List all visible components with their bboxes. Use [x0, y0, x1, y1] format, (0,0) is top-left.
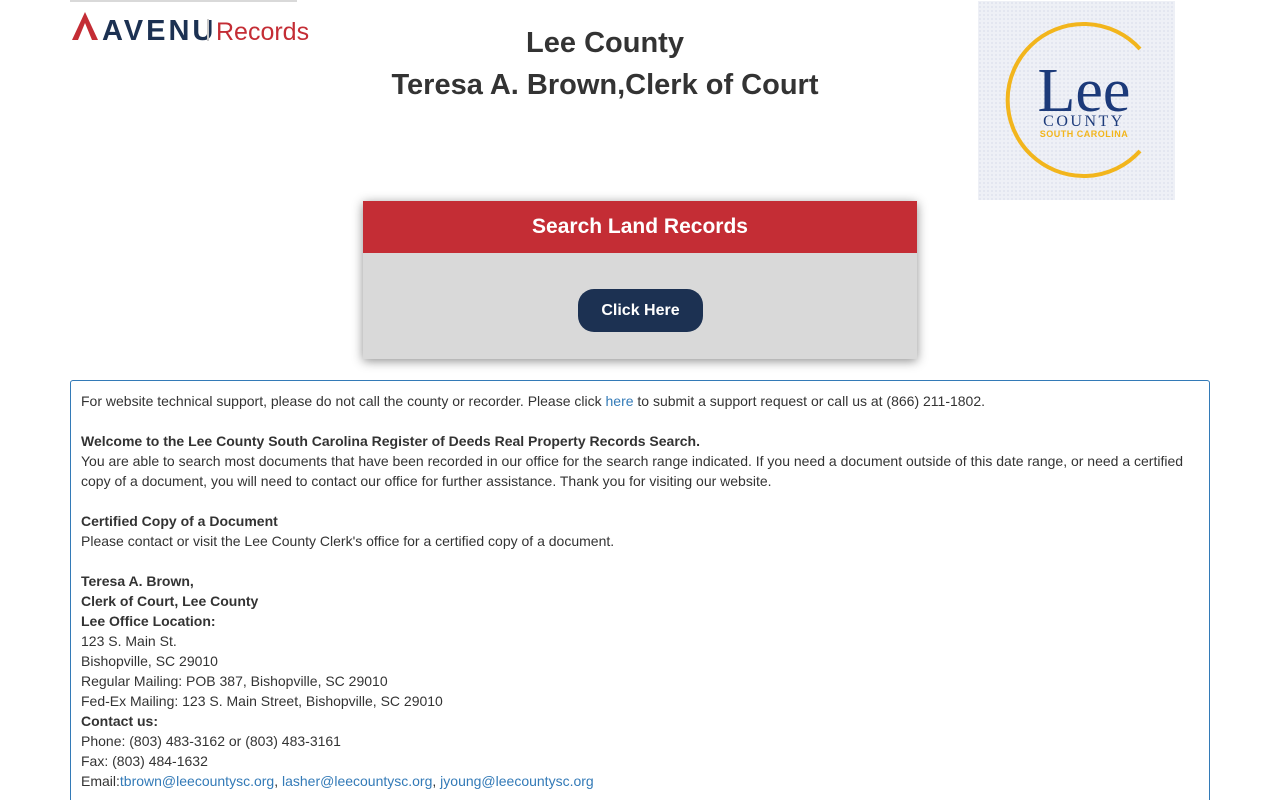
clerk-title: Teresa A. Brown,Clerk of Court: [391, 69, 819, 101]
click-here-button[interactable]: Click Here: [578, 289, 703, 332]
logo-primary-text: AVENU: [102, 15, 216, 47]
certified-body: Please contact or visit the Lee County C…: [81, 533, 615, 549]
contact-heading: Contact us:: [81, 713, 158, 729]
search-land-records-panel: Search Land Records Click Here: [363, 201, 917, 359]
support-text: For website technical support, please do…: [81, 393, 986, 409]
fax: Fax: (803) 484-1632: [81, 753, 208, 769]
seal-sub-text: COUNTY: [1043, 113, 1125, 130]
clerk-name: Teresa A. Brown,: [81, 573, 194, 589]
email-line: Email:tbrown@leecountysc.org, lasher@lee…: [81, 773, 594, 789]
phone: Phone: (803) 483-3162 or (803) 483-3161: [81, 733, 341, 749]
address-line-2: Bishopville, SC 29010: [81, 653, 218, 669]
office-heading: Lee Office Location:: [81, 613, 216, 629]
logo-secondary-text: Records: [216, 18, 309, 46]
info-box: For website technical support, please do…: [70, 380, 1210, 800]
regular-mailing: Regular Mailing: POB 387, Bishopville, S…: [81, 673, 388, 689]
email-link-lasher[interactable]: lasher@leecountysc.org: [282, 773, 432, 789]
avenu-logo-icon: AVENU Records: [72, 12, 309, 47]
seal-icon: Lee COUNTY SOUTH CAROLINA: [1005, 22, 1142, 178]
seal-state-text: SOUTH CAROLINA: [1040, 129, 1129, 139]
address-line-1: 123 S. Main St.: [81, 633, 177, 649]
welcome-body: You are able to search most documents th…: [81, 453, 1184, 489]
page: AVENU Records Lee County Teresa A. Brown…: [0, 0, 1280, 800]
header-titles: Lee County Teresa A. Brown,Clerk of Cour…: [305, 22, 905, 106]
email-link-jyoung[interactable]: jyoung@leecountysc.org: [440, 773, 594, 789]
fedex-mailing: Fed-Ex Mailing: 123 S. Main Street, Bish…: [81, 693, 443, 709]
support-link[interactable]: here: [606, 393, 634, 409]
email-link-tbrown[interactable]: tbrown@leecountysc.org: [120, 773, 274, 789]
lee-county-seal: Lee COUNTY SOUTH CAROLINA: [978, 1, 1175, 200]
certified-heading: Certified Copy of a Document: [81, 513, 278, 529]
welcome-heading: Welcome to the Lee County South Carolina…: [81, 433, 701, 449]
search-panel-title: Search Land Records: [363, 201, 917, 253]
clerk-role: Clerk of Court, Lee County: [81, 593, 259, 609]
avenu-records-logo[interactable]: AVENU Records: [70, 0, 309, 52]
county-title: Lee County: [526, 27, 684, 59]
